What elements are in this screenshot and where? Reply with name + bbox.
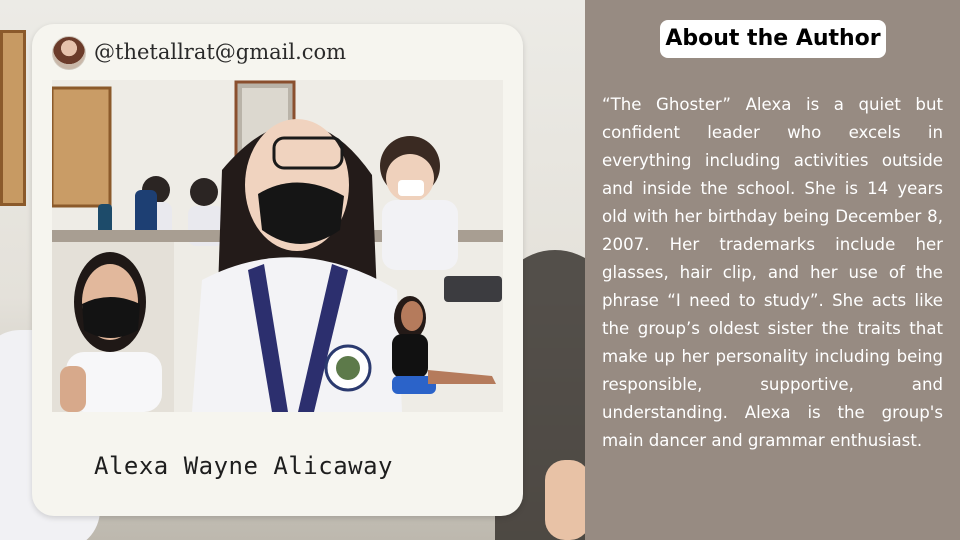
- background-bulletin-board: [0, 30, 26, 206]
- about-panel: About the Author “The Ghoster” Alexa is …: [585, 0, 960, 540]
- slide: @thetallrat@gmail.com Alexa Wayne Alicaw…: [0, 0, 960, 540]
- author-photo-illustration: [52, 80, 503, 412]
- about-body: “The Ghoster” Alexa is a quiet but confi…: [602, 95, 943, 450]
- avatar: [52, 36, 86, 70]
- background-hand: [545, 460, 585, 540]
- about-title: About the Author: [660, 20, 886, 58]
- author-photo-card: @thetallrat@gmail.com Alexa Wayne Alicaw…: [32, 24, 523, 516]
- email-handle: @thetallrat@gmail.com: [94, 40, 347, 64]
- author-name: Alexa Wayne Alicaway: [94, 452, 393, 480]
- author-photo: [52, 80, 503, 412]
